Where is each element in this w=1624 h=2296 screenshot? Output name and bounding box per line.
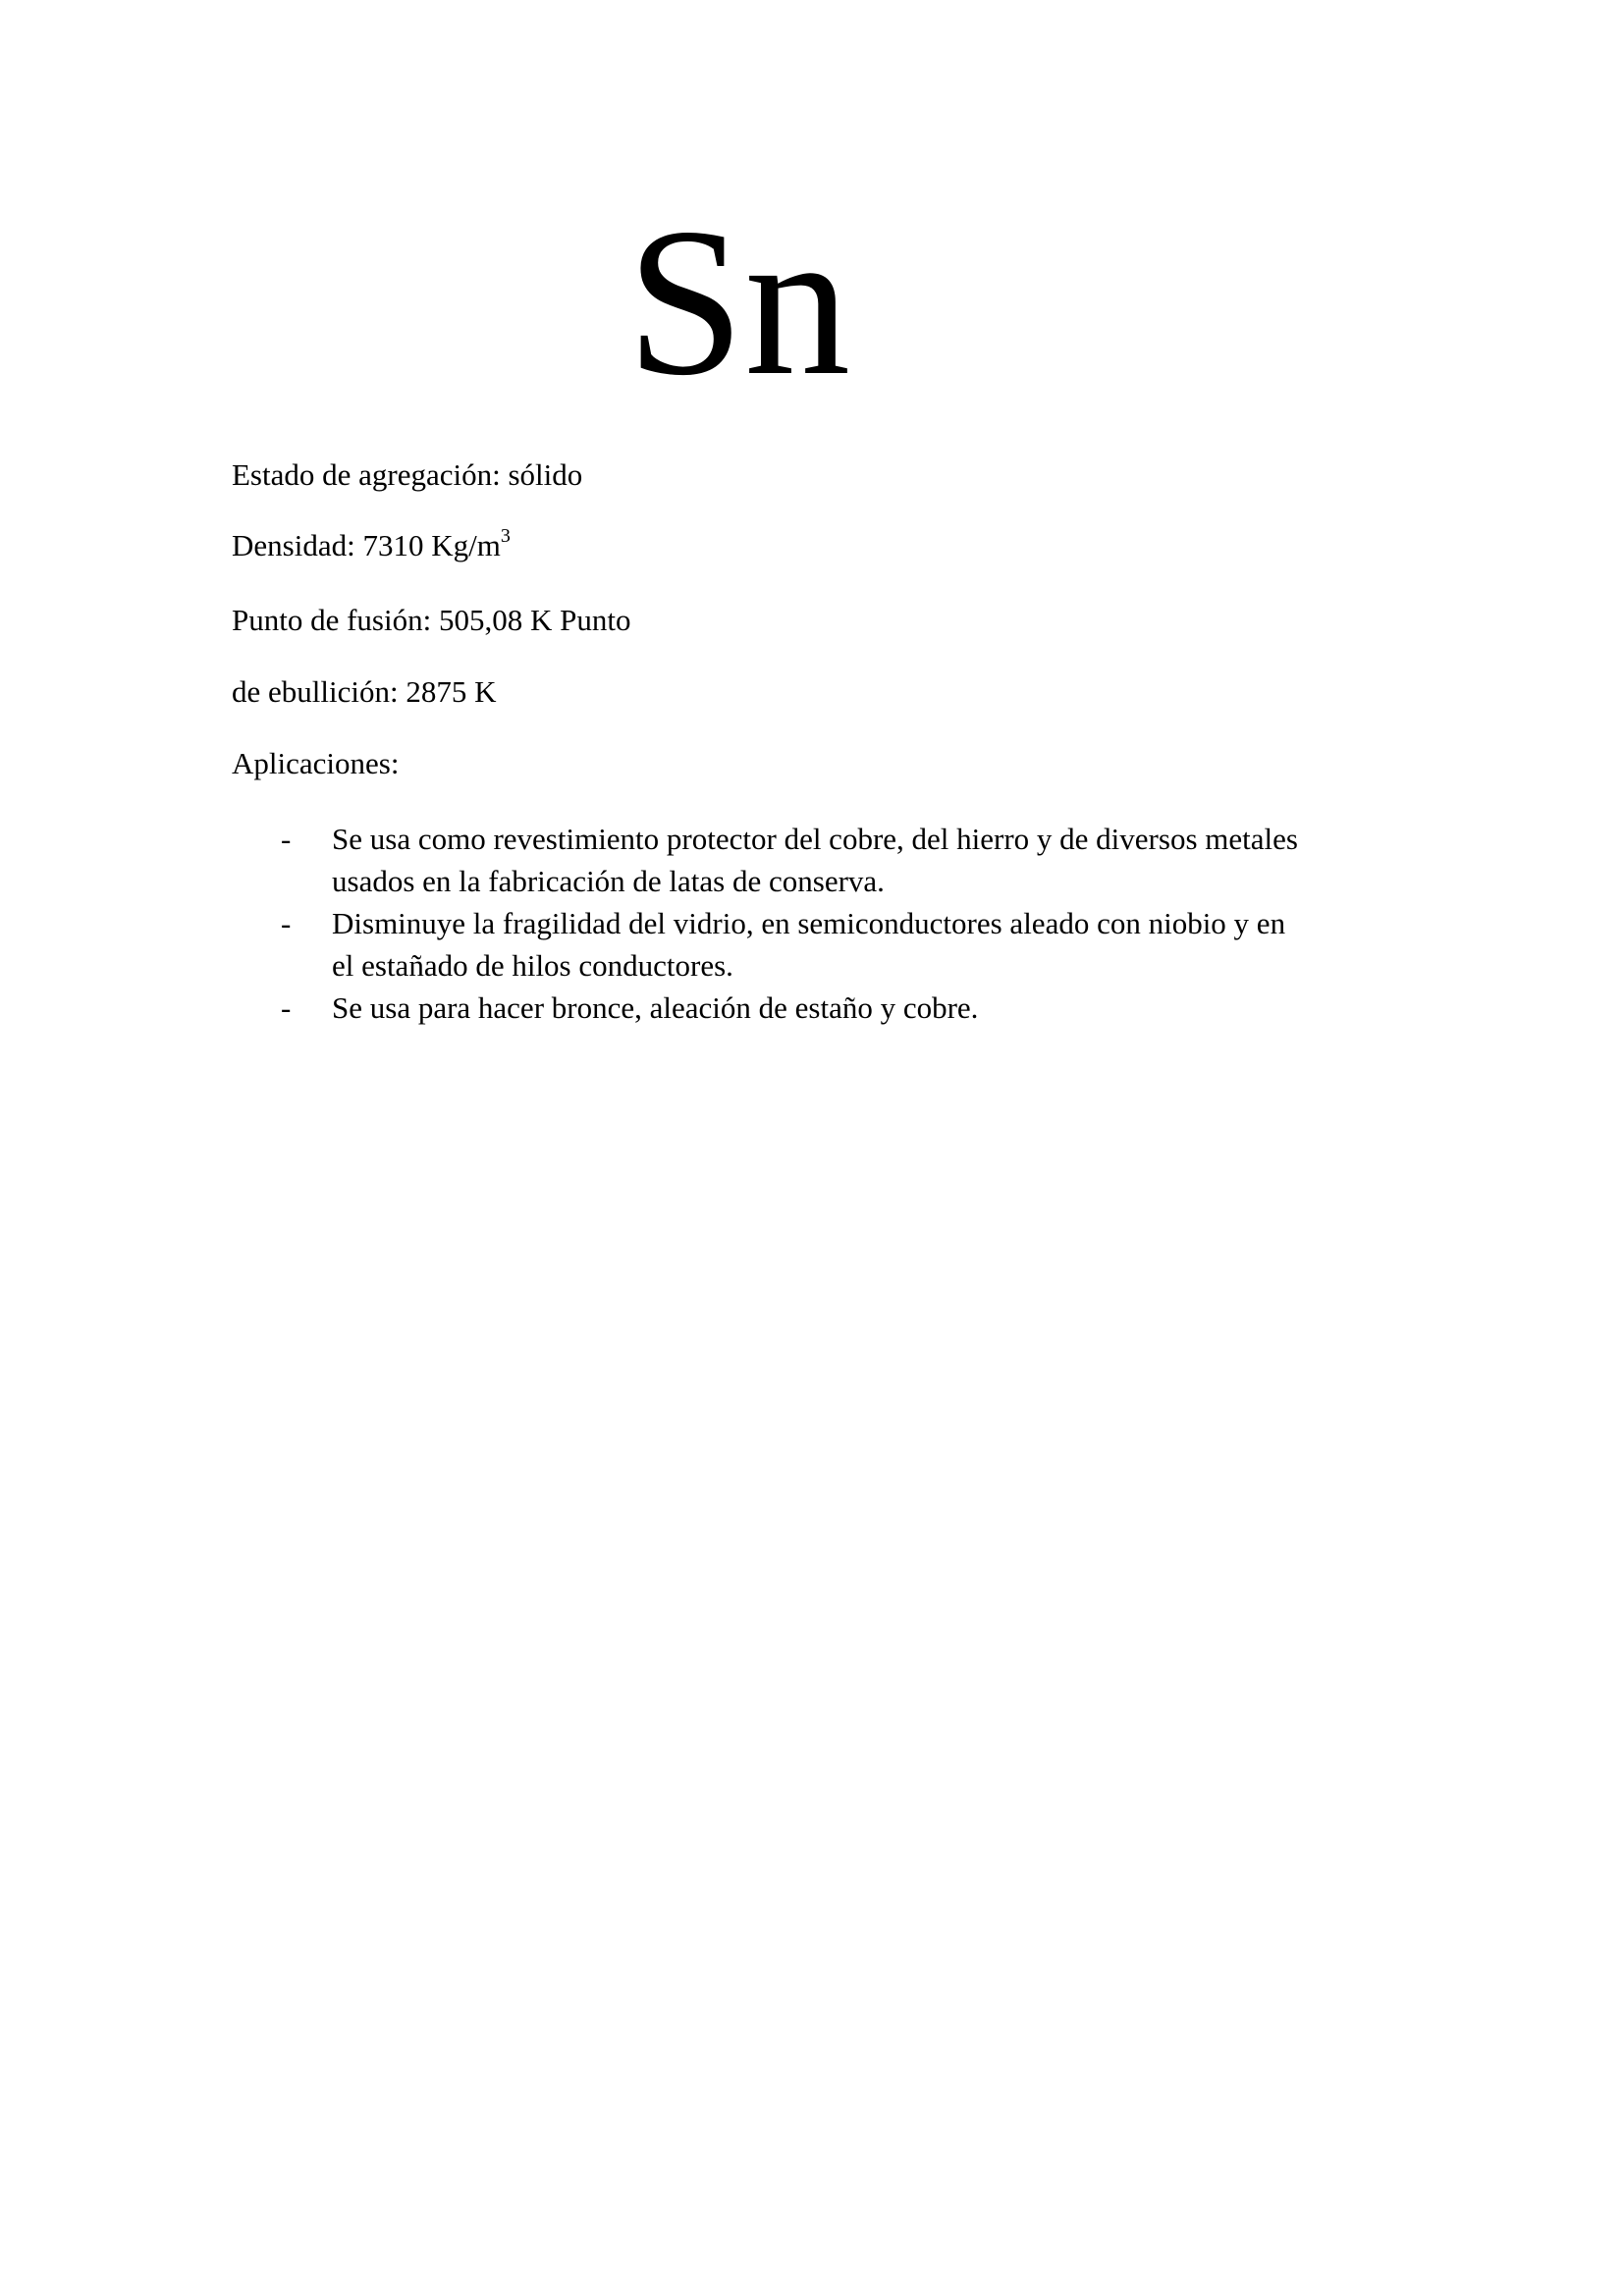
aplicaciones-list: - Se usa como revestimiento protector de…: [232, 818, 1410, 1029]
punto-fusion: Punto de fusión: 505,08 K Punto: [232, 603, 631, 637]
aplicaciones-label: Aplicaciones:: [232, 746, 400, 780]
list-item-text: Se usa como revestimiento protector del …: [332, 822, 1298, 898]
estado-agregacion: Estado de agregación: sólido: [232, 457, 583, 492]
list-bullet: -: [281, 822, 292, 856]
list-item-text: Disminuye la fragilidad del vidrio, en s…: [332, 906, 1286, 983]
list-item: - Se usa para hacer bronce, aleación de …: [232, 987, 1314, 1029]
list-item-text: Se usa para hacer bronce, aleación de es…: [332, 990, 979, 1025]
element-symbol: Sn: [626, 185, 851, 419]
document-page: Sn Estado de agregación: sólido Densidad…: [0, 0, 1624, 2296]
punto-ebullicion: de ebullición: 2875 K: [232, 674, 497, 709]
list-bullet: -: [281, 990, 292, 1025]
densidad-text: Densidad: 7310 Kg/m: [232, 528, 501, 562]
list-bullet: -: [281, 906, 292, 940]
densidad-exponent: 3: [500, 525, 511, 547]
densidad: Densidad: 7310 Kg/m3: [232, 526, 511, 562]
list-item: - Disminuye la fragilidad del vidrio, en…: [232, 902, 1314, 987]
list-item: - Se usa como revestimiento protector de…: [232, 818, 1314, 902]
